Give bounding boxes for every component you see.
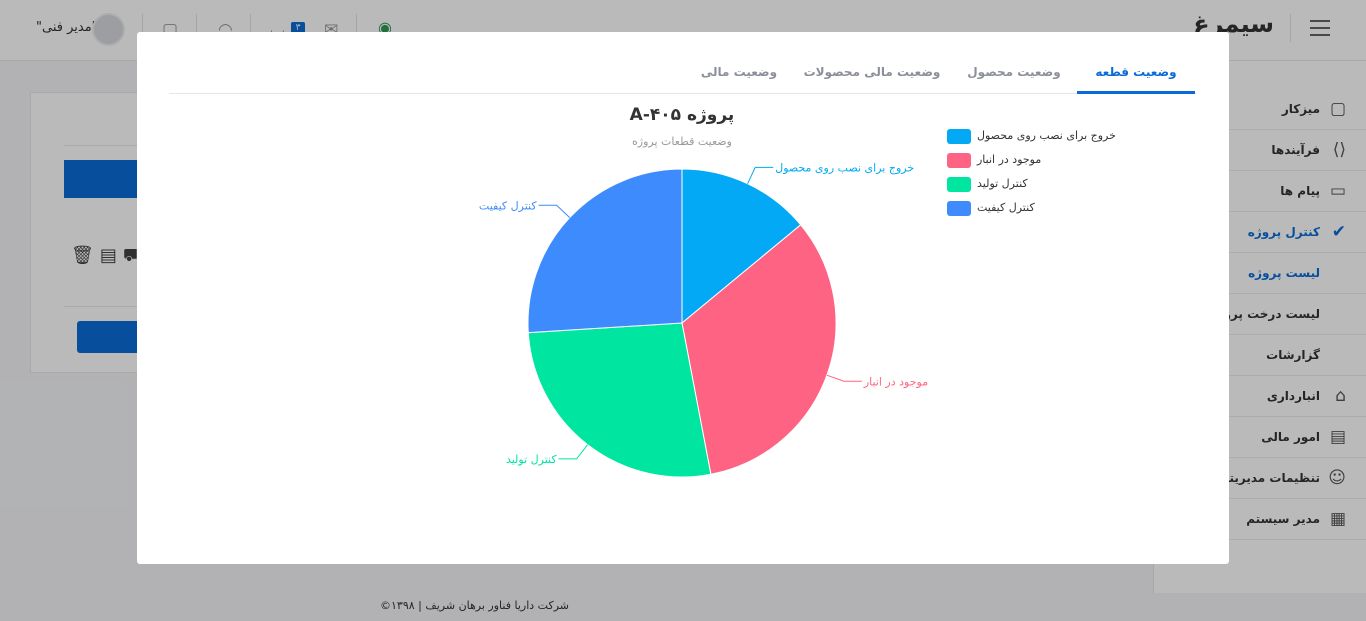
legend-swatch (947, 177, 971, 192)
legend-swatch (947, 129, 971, 144)
legend-label: خروج برای نصب روی محصول (977, 129, 1116, 142)
legend-swatch (947, 153, 971, 168)
label-leader-line (747, 166, 774, 184)
pie-slice[interactable] (527, 168, 683, 334)
label-leader-line (826, 374, 862, 382)
legend-label: موجود در انبار (977, 153, 1042, 166)
legend-item[interactable]: کنترل کیفیت (945, 199, 1165, 223)
slice-label: موجود در انبار (863, 375, 928, 388)
slice-label: کنترل تولید (506, 453, 557, 466)
label-leader-line (538, 204, 571, 218)
chart-legend: خروج برای نصب روی محصول موجود در انبار ک… (945, 127, 1165, 223)
legend-swatch (947, 201, 971, 216)
legend-label: کنترل کیفیت (977, 201, 1035, 214)
label-leader-line (558, 444, 589, 460)
project-status-modal: وضعیت قطعه وضعیت محصول وضعیت مالی محصولا… (137, 32, 1229, 564)
legend-item[interactable]: کنترل تولید (945, 175, 1165, 199)
legend-item[interactable]: خروج برای نصب روی محصول (945, 127, 1165, 151)
slice-label: خروج برای نصب روی محصول (775, 161, 914, 174)
slice-label: کنترل کیفیت (479, 199, 537, 212)
legend-item[interactable]: موجود در انبار (945, 151, 1165, 175)
legend-label: کنترل تولید (977, 177, 1028, 190)
pie-chart: خروج برای نصب روی محصول موجود در انبار کنت… (479, 161, 928, 478)
